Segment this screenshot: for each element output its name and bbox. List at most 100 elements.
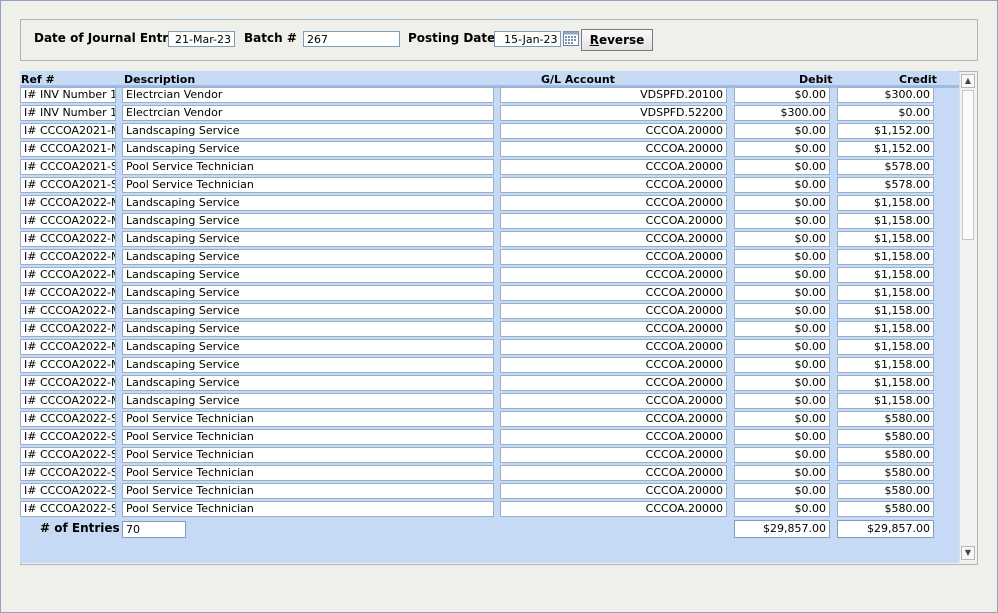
description-cell[interactable]: Electrcian Vendor	[122, 87, 494, 103]
debit-cell[interactable]: $0.00	[734, 249, 830, 265]
description-cell[interactable]: Pool Service Technician	[122, 465, 494, 481]
credit-cell[interactable]: $0.00	[837, 105, 934, 121]
description-cell[interactable]: Landscaping Service	[122, 249, 494, 265]
debit-cell[interactable]: $0.00	[734, 357, 830, 373]
credit-cell[interactable]: $580.00	[837, 429, 934, 445]
description-cell[interactable]: Landscaping Service	[122, 123, 494, 139]
scroll-down-arrow-icon[interactable]: ▼	[961, 546, 975, 560]
gl-account-cell[interactable]: CCCOA.20000	[500, 411, 727, 427]
description-cell[interactable]: Pool Service Technician	[122, 411, 494, 427]
debit-cell[interactable]: $300.00	[734, 105, 830, 121]
description-cell[interactable]: Landscaping Service	[122, 357, 494, 373]
credit-cell[interactable]: $1,158.00	[837, 357, 934, 373]
gl-account-cell[interactable]: CCCOA.20000	[500, 501, 727, 517]
ref-cell[interactable]: I# CCCOA2021-Mo	[20, 141, 116, 157]
credit-cell[interactable]: $1,158.00	[837, 285, 934, 301]
reverse-button[interactable]: Reverse	[581, 29, 653, 51]
description-cell[interactable]: Electrcian Vendor	[122, 105, 494, 121]
ref-cell[interactable]: I# CCCOA2022-MO	[20, 339, 116, 355]
gl-account-cell[interactable]: CCCOA.20000	[500, 339, 727, 355]
ref-cell[interactable]: I# CCCOA2022-MO	[20, 213, 116, 229]
ref-cell[interactable]: I# CCCOA2022-Sw	[20, 465, 116, 481]
description-cell[interactable]: Landscaping Service	[122, 231, 494, 247]
ref-cell[interactable]: I# CCCOA2022-Sw	[20, 411, 116, 427]
gl-account-cell[interactable]: CCCOA.20000	[500, 447, 727, 463]
debit-cell[interactable]: $0.00	[734, 339, 830, 355]
debit-cell[interactable]: $0.00	[734, 483, 830, 499]
gl-account-cell[interactable]: CCCOA.20000	[500, 267, 727, 283]
description-cell[interactable]: Pool Service Technician	[122, 177, 494, 193]
credit-cell[interactable]: $580.00	[837, 411, 934, 427]
ref-cell[interactable]: I# CCCOA2021-Mo	[20, 123, 116, 139]
ref-cell[interactable]: I# CCCOA2022-MO	[20, 195, 116, 211]
gl-account-cell[interactable]: CCCOA.20000	[500, 321, 727, 337]
description-cell[interactable]: Pool Service Technician	[122, 159, 494, 175]
gl-account-cell[interactable]: CCCOA.20000	[500, 483, 727, 499]
description-cell[interactable]: Landscaping Service	[122, 375, 494, 391]
gl-account-cell[interactable]: CCCOA.20000	[500, 159, 727, 175]
gl-account-cell[interactable]: CCCOA.20000	[500, 141, 727, 157]
credit-cell[interactable]: $1,158.00	[837, 267, 934, 283]
scroll-up-arrow-icon[interactable]: ▲	[961, 74, 975, 88]
debit-cell[interactable]: $0.00	[734, 195, 830, 211]
debit-cell[interactable]: $0.00	[734, 501, 830, 517]
gl-account-cell[interactable]: CCCOA.20000	[500, 465, 727, 481]
gl-account-cell[interactable]: CCCOA.20000	[500, 303, 727, 319]
debit-cell[interactable]: $0.00	[734, 141, 830, 157]
credit-cell[interactable]: $1,158.00	[837, 303, 934, 319]
ref-cell[interactable]: I# CCCOA2022-MO	[20, 285, 116, 301]
date-of-journal-entry-field[interactable]: 21-Mar-23	[168, 31, 235, 47]
ref-cell[interactable]: I# CCCOA2022-Sw	[20, 501, 116, 517]
credit-cell[interactable]: $1,158.00	[837, 213, 934, 229]
ref-cell[interactable]: I# CCCOA2022-MO	[20, 357, 116, 373]
description-cell[interactable]: Pool Service Technician	[122, 429, 494, 445]
gl-account-cell[interactable]: CCCOA.20000	[500, 375, 727, 391]
credit-cell[interactable]: $580.00	[837, 483, 934, 499]
ref-cell[interactable]: I# CCCOA2022-MO	[20, 303, 116, 319]
ref-cell[interactable]: I# CCCOA2021-Sw	[20, 177, 116, 193]
description-cell[interactable]: Landscaping Service	[122, 393, 494, 409]
ref-cell[interactable]: I# CCCOA2022-MO	[20, 375, 116, 391]
gl-account-cell[interactable]: CCCOA.20000	[500, 393, 727, 409]
debit-cell[interactable]: $0.00	[734, 465, 830, 481]
gl-account-cell[interactable]: CCCOA.20000	[500, 249, 727, 265]
gl-account-cell[interactable]: CCCOA.20000	[500, 357, 727, 373]
credit-cell[interactable]: $580.00	[837, 501, 934, 517]
gl-account-cell[interactable]: CCCOA.20000	[500, 213, 727, 229]
debit-cell[interactable]: $0.00	[734, 447, 830, 463]
description-cell[interactable]: Landscaping Service	[122, 195, 494, 211]
credit-cell[interactable]: $1,152.00	[837, 141, 934, 157]
credit-cell[interactable]: $1,152.00	[837, 123, 934, 139]
debit-cell[interactable]: $0.00	[734, 303, 830, 319]
debit-cell[interactable]: $0.00	[734, 213, 830, 229]
ref-cell[interactable]: I# INV Number 1	[20, 87, 116, 103]
posting-date-field[interactable]: 15-Jan-23	[494, 31, 561, 47]
description-cell[interactable]: Landscaping Service	[122, 321, 494, 337]
gl-account-cell[interactable]: CCCOA.20000	[500, 123, 727, 139]
credit-cell[interactable]: $1,158.00	[837, 321, 934, 337]
description-cell[interactable]: Pool Service Technician	[122, 483, 494, 499]
ref-cell[interactable]: I# CCCOA2022-MO	[20, 321, 116, 337]
debit-cell[interactable]: $0.00	[734, 411, 830, 427]
credit-cell[interactable]: $1,158.00	[837, 375, 934, 391]
ref-cell[interactable]: I# CCCOA2022-Sw	[20, 483, 116, 499]
ref-cell[interactable]: I# CCCOA2022-Sw	[20, 429, 116, 445]
debit-cell[interactable]: $0.00	[734, 177, 830, 193]
description-cell[interactable]: Landscaping Service	[122, 285, 494, 301]
description-cell[interactable]: Pool Service Technician	[122, 501, 494, 517]
credit-cell[interactable]: $578.00	[837, 177, 934, 193]
ref-cell[interactable]: I# INV Number 1	[20, 105, 116, 121]
credit-cell[interactable]: $578.00	[837, 159, 934, 175]
debit-cell[interactable]: $0.00	[734, 429, 830, 445]
debit-cell[interactable]: $0.00	[734, 393, 830, 409]
gl-account-cell[interactable]: VDSPFD.52200	[500, 105, 727, 121]
debit-cell[interactable]: $0.00	[734, 285, 830, 301]
credit-cell[interactable]: $1,158.00	[837, 249, 934, 265]
ref-cell[interactable]: I# CCCOA2022-MO	[20, 393, 116, 409]
debit-cell[interactable]: $0.00	[734, 375, 830, 391]
credit-cell[interactable]: $300.00	[837, 87, 934, 103]
description-cell[interactable]: Landscaping Service	[122, 339, 494, 355]
ref-cell[interactable]: I# CCCOA2022-MO	[20, 231, 116, 247]
description-cell[interactable]: Landscaping Service	[122, 267, 494, 283]
debit-cell[interactable]: $0.00	[734, 159, 830, 175]
